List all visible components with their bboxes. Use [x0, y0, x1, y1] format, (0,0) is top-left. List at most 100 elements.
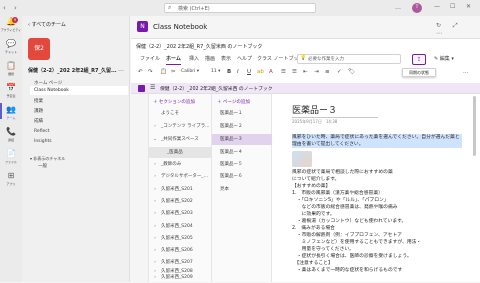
chat-icon: 💬	[6, 39, 16, 48]
tab-help[interactable]: ヘルプ	[237, 54, 252, 64]
outdent-icon[interactable]: ⇤	[303, 66, 308, 78]
tag-icon[interactable]: 🏷	[348, 66, 355, 78]
close-icon[interactable]: ✕	[466, 3, 471, 10]
todo-tag-icon[interactable]: ✓	[337, 66, 342, 78]
chevron-right-icon: ›	[154, 224, 156, 229]
hidden-channels-toggle[interactable]: ▾ 非表示のチャネル	[30, 156, 65, 162]
section-item[interactable]: › _教師のみ	[149, 159, 212, 170]
page-item[interactable]: 医薬品ー５	[212, 159, 272, 170]
channel-reflect[interactable]: Reflect	[34, 127, 128, 136]
font-size-select[interactable]: 11 ▾	[211, 66, 220, 78]
section-label: 久留米西_S206	[161, 248, 193, 253]
tab-home[interactable]: ホーム	[166, 54, 181, 65]
back-arrow-icon[interactable]: ‹	[3, 4, 11, 12]
underline-icon[interactable]: U	[247, 66, 251, 78]
channel-general[interactable]: 一般	[38, 163, 47, 169]
cut-icon[interactable]: ✂	[171, 66, 176, 78]
maximize-icon[interactable]: ☐	[450, 3, 455, 10]
selected-text-block[interactable]: 風邪をひいた時、薬局で症状にあった薬を選んでください。自分が選んだ薬と理由を書い…	[292, 134, 462, 148]
page-item[interactable]: 医薬品ー６	[212, 171, 272, 182]
section-item[interactable]: › 久留米西_S209	[149, 272, 212, 283]
team-more-icon[interactable]: …	[118, 66, 124, 73]
add-page-button[interactable]: ＋ ページの追加	[217, 99, 250, 105]
all-teams-link[interactable]: ‹ すべてのチーム	[28, 21, 66, 28]
notebook-title[interactable]: 保健（2-2）_202 2年2組_久留米西 のノートブック	[160, 85, 273, 92]
header-actions-icon[interactable]: ↻ ⤢ ⋯	[436, 22, 480, 37]
edit-mode-button[interactable]: ✎ 編集 ▾	[434, 55, 454, 62]
section-item[interactable]: › 久留米西_S206	[149, 245, 212, 256]
page-item[interactable]: 医薬品ー２	[212, 121, 272, 132]
chevron-right-icon: ›	[154, 124, 156, 129]
paste-icon[interactable]: 📋	[160, 66, 167, 78]
channel-assignments[interactable]: 課題	[34, 107, 128, 116]
channel-lessons[interactable]: 授業	[34, 97, 128, 106]
tab-draw[interactable]: 描画	[205, 54, 215, 64]
section-item[interactable]: ようこそ	[149, 108, 212, 119]
more-options-icon[interactable]: …	[395, 4, 401, 11]
forward-arrow-icon[interactable]: ›	[14, 4, 22, 12]
section-item[interactable]: › 久留米西_S204	[149, 221, 212, 232]
section-item[interactable]: › 久留米西_S202	[149, 196, 212, 207]
font-family-select[interactable]: Calibri ▾	[181, 66, 199, 78]
rail-teams[interactable]: 👥 チーム	[0, 104, 22, 126]
numbering-icon[interactable]: ☰	[292, 66, 297, 78]
section-item[interactable]: › 久留米西_S201	[149, 184, 212, 195]
navigation-toggle-icon[interactable]: ☰	[150, 84, 155, 91]
italic-icon[interactable]: I	[237, 66, 239, 78]
tab-file[interactable]: ファイル	[140, 54, 160, 64]
section-label: 久留米西_S202	[161, 199, 193, 204]
section-label: _コンテンツ ライブラ...	[161, 124, 210, 129]
bullets-icon[interactable]: ☰	[281, 66, 286, 78]
scrollbar[interactable]	[473, 96, 476, 156]
channel-grades[interactable]: 成績	[34, 117, 128, 126]
tab-view[interactable]: 表示	[221, 54, 231, 64]
sync-status-button[interactable]: ⇪	[412, 54, 426, 65]
rail-calendar[interactable]: 📅 予定表	[0, 82, 22, 104]
teams-icon: 👥	[6, 105, 16, 114]
rail-calls[interactable]: 📞 通話	[0, 126, 22, 148]
rail-files[interactable]: 📄 ファイル	[0, 148, 22, 170]
undo-icon[interactable]: ↶	[138, 66, 143, 78]
breadcrumb: 保健（2-2）_202 2年2組_R7_久留米西 のノートブック	[136, 44, 263, 50]
avatar[interactable]: T	[412, 3, 422, 13]
rail-assignments[interactable]: 📋 課題	[0, 60, 22, 82]
rail-activity[interactable]: 🔔 アクティビティ	[0, 16, 22, 38]
section-item[interactable]: ⌄ _共同作業スペース	[149, 134, 212, 145]
section-item[interactable]: › 久留米西_S205	[149, 233, 212, 244]
embedded-image[interactable]	[292, 151, 312, 167]
body-line: などの市販の総合感冒薬は、発熱や喉の痛み	[292, 205, 398, 210]
section-item-active[interactable]: _医薬品	[149, 147, 212, 158]
align-icon[interactable]: ≡	[325, 66, 330, 78]
section-item[interactable]: › _コンテンツ ライブラ...	[149, 121, 212, 132]
channel-insights[interactable]: Insights	[34, 137, 128, 146]
section-item[interactable]: › デジタルサポーター_...	[149, 171, 212, 182]
body-line: ・薬はあくまで一時的な症状を和らげるものです	[292, 268, 403, 273]
add-section-button[interactable]: ＋ セクションの追加	[153, 99, 195, 105]
page-item-active[interactable]: 医薬品ー３	[212, 134, 272, 145]
page-item[interactable]: 見本	[212, 184, 272, 195]
minimize-icon[interactable]: —	[434, 3, 440, 10]
chevron-right-icon: ›	[154, 174, 156, 179]
section-label: 久留米西_S207	[161, 260, 193, 265]
highlight-icon[interactable]: ab	[257, 66, 264, 78]
more-toolbar-icon[interactable]: …	[463, 66, 469, 78]
page-item[interactable]: 医薬品ー４	[212, 147, 272, 158]
page-item[interactable]: 医薬品ー１	[212, 108, 272, 119]
font-color-icon[interactable]: A	[269, 66, 273, 78]
bold-icon[interactable]: B	[227, 66, 231, 78]
tab-insert[interactable]: 挿入	[189, 54, 199, 64]
section-item[interactable]: › 久留米西_S203	[149, 208, 212, 219]
chevron-right-icon: ›	[154, 275, 156, 280]
body-line: 2. 痛みがある場合	[292, 226, 335, 231]
redo-icon[interactable]: ↷	[148, 66, 153, 78]
rail-chat[interactable]: 💬 チャット	[0, 38, 22, 60]
files-icon: 📄	[6, 149, 16, 158]
assignments-icon: 📋	[6, 61, 16, 70]
indent-icon[interactable]: ⇥	[314, 66, 319, 78]
channel-class-notebook[interactable]: Class Notebook	[30, 86, 128, 95]
body-line: 【おすすめの薬】	[292, 184, 331, 189]
team-avatar: 保2	[28, 38, 50, 60]
page-title[interactable]: 医薬品ー３	[292, 103, 337, 116]
rail-apps[interactable]: ⊞ アプリ	[0, 170, 22, 192]
section-label: 久留米西_S203	[161, 211, 193, 216]
